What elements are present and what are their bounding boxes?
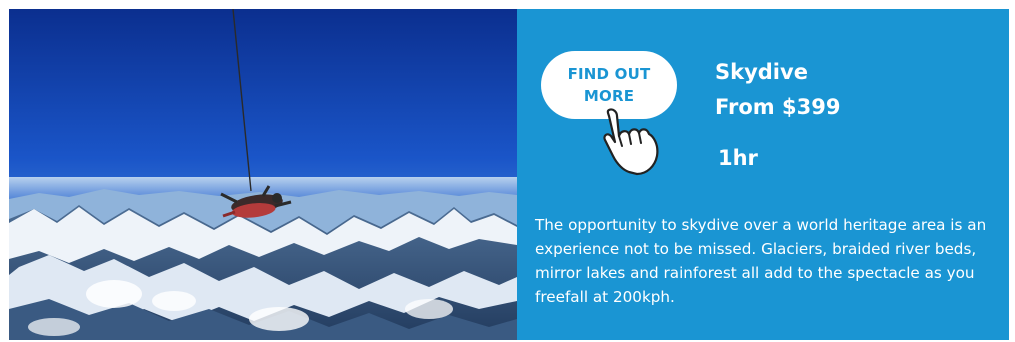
tour-card: FIND OUT MORE Skydive From $399 1hr The … [9,9,1009,340]
tour-title: Skydive [715,60,808,84]
tour-info-panel: FIND OUT MORE Skydive From $399 1hr The … [517,9,1009,340]
tour-duration: 1hr [718,146,758,170]
find-out-more-label: FIND OUT MORE [567,65,651,105]
tour-price: From $399 [715,95,841,119]
cta-group: FIND OUT MORE [541,51,691,181]
tour-description: The opportunity to skydive over a world … [535,216,987,306]
tour-photo [9,9,517,340]
pointing-hand-icon [603,108,659,176]
